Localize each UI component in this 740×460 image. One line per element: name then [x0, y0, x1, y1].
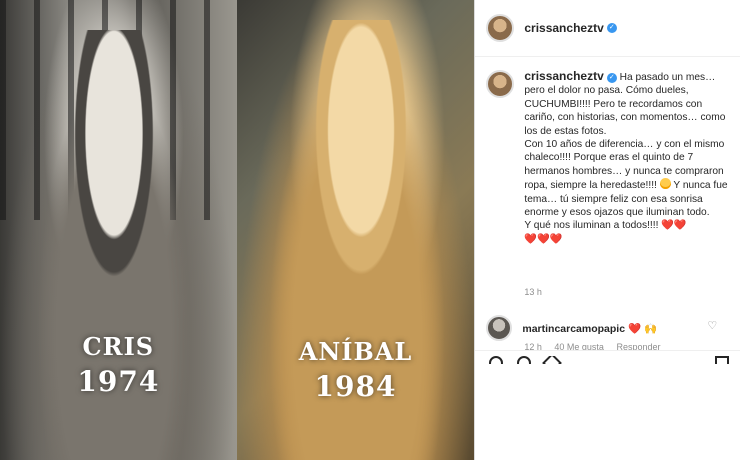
photo-left-year: 1974: [77, 365, 160, 398]
post-caption: crissancheztv ✓ Ha pasado un mes… pero el…: [486, 69, 731, 246]
photo-left-name: CRIS: [82, 332, 155, 361]
comment-row: martincarcamopapic ❤️ 🙌 ♡: [486, 315, 731, 341]
photo-left-caption: CRIS 1974: [0, 332, 237, 398]
photo-anibal-1984: ANÍBAL 1984: [236, 0, 475, 460]
red-heart-icon: ❤️❤️: [661, 220, 687, 232]
bookmark-icon[interactable]: [715, 356, 730, 364]
actions-divider: [475, 350, 740, 351]
header-username[interactable]: crissancheztv: [524, 21, 603, 35]
red-heart-icon: ❤️: [628, 322, 642, 335]
comment-text: martincarcamopapic ❤️ 🙌: [522, 322, 657, 335]
verified-badge-icon: ✓: [606, 73, 617, 83]
post-media[interactable]: CRIS 1974 ANÍBAL 1984: [0, 0, 475, 460]
comment-icon[interactable]: [517, 356, 532, 364]
comment-likes[interactable]: 40 Me gusta: [554, 342, 604, 350]
post-side-panel: crissancheztv ✓ crissancheztv ✓ Ha pasado…: [474, 0, 740, 460]
comment-username[interactable]: martincarcamopapic: [522, 323, 625, 335]
verified-badge-icon: ✓: [606, 23, 617, 33]
folded-hands-icon: 🙌: [644, 322, 658, 335]
red-hearts-row: ❤️❤️❤️: [524, 233, 563, 245]
share-icon[interactable]: [542, 356, 563, 364]
caption-paragraph-4: Y qué nos iluminan a todos!!!!: [524, 220, 659, 232]
grinning-face-icon: [659, 178, 671, 190]
comment-reply-button[interactable]: Responder: [616, 342, 660, 350]
photo-cris-1974: CRIS 1974: [0, 0, 237, 460]
comment-like-heart-icon[interactable]: ♡: [707, 321, 717, 332]
photo-right-caption: ANÍBAL 1984: [237, 337, 475, 403]
comment-meta: 12 h 40 Me gusta Responder: [524, 342, 724, 350]
heart-icon[interactable]: [489, 356, 504, 364]
caption-avatar[interactable]: [486, 70, 515, 98]
instagram-post: CRIS 1974 ANÍBAL 1984 crissancheztv ✓ cr…: [0, 0, 740, 460]
caption-time-ago: 13 h: [524, 287, 542, 297]
photo-right-name: ANÍBAL: [298, 337, 413, 366]
post-header: crissancheztv ✓: [475, 0, 740, 57]
photo-right-year: 1984: [314, 370, 397, 403]
post-actions-bar: [489, 356, 730, 364]
comment-avatar[interactable]: [486, 315, 513, 341]
caption-text: crissancheztv ✓ Ha pasado un mes… pero el…: [524, 69, 729, 246]
caption-username[interactable]: crissancheztv: [524, 69, 603, 83]
header-avatar[interactable]: [486, 14, 515, 42]
comment-time: 12 h: [524, 342, 542, 350]
